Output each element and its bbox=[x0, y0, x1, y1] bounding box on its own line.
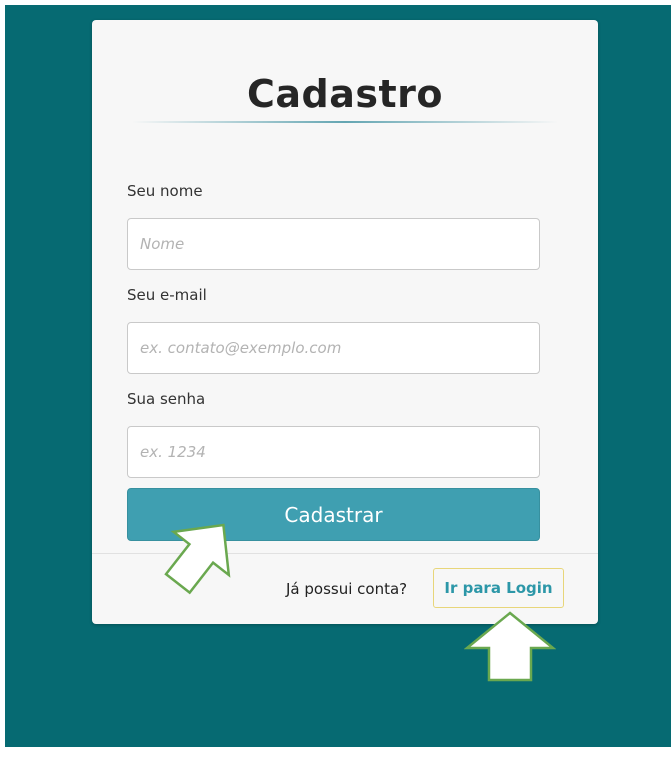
title-divider bbox=[132, 121, 558, 123]
footer-divider bbox=[92, 553, 598, 554]
name-input[interactable] bbox=[127, 218, 540, 270]
email-label: Seu e-mail bbox=[127, 286, 207, 304]
password-label: Sua senha bbox=[127, 390, 206, 408]
cadastrar-button[interactable]: Cadastrar bbox=[127, 488, 540, 541]
name-label: Seu nome bbox=[127, 182, 203, 200]
login-link-button[interactable]: Ir para Login bbox=[433, 568, 564, 608]
email-input[interactable] bbox=[127, 322, 540, 374]
login-question: Já possui conta? bbox=[286, 580, 408, 598]
password-input[interactable] bbox=[127, 426, 540, 478]
page-title: Cadastro bbox=[246, 72, 443, 116]
signup-card: Cadastro Seu nome Seu e-mail Sua senha C… bbox=[92, 20, 598, 624]
